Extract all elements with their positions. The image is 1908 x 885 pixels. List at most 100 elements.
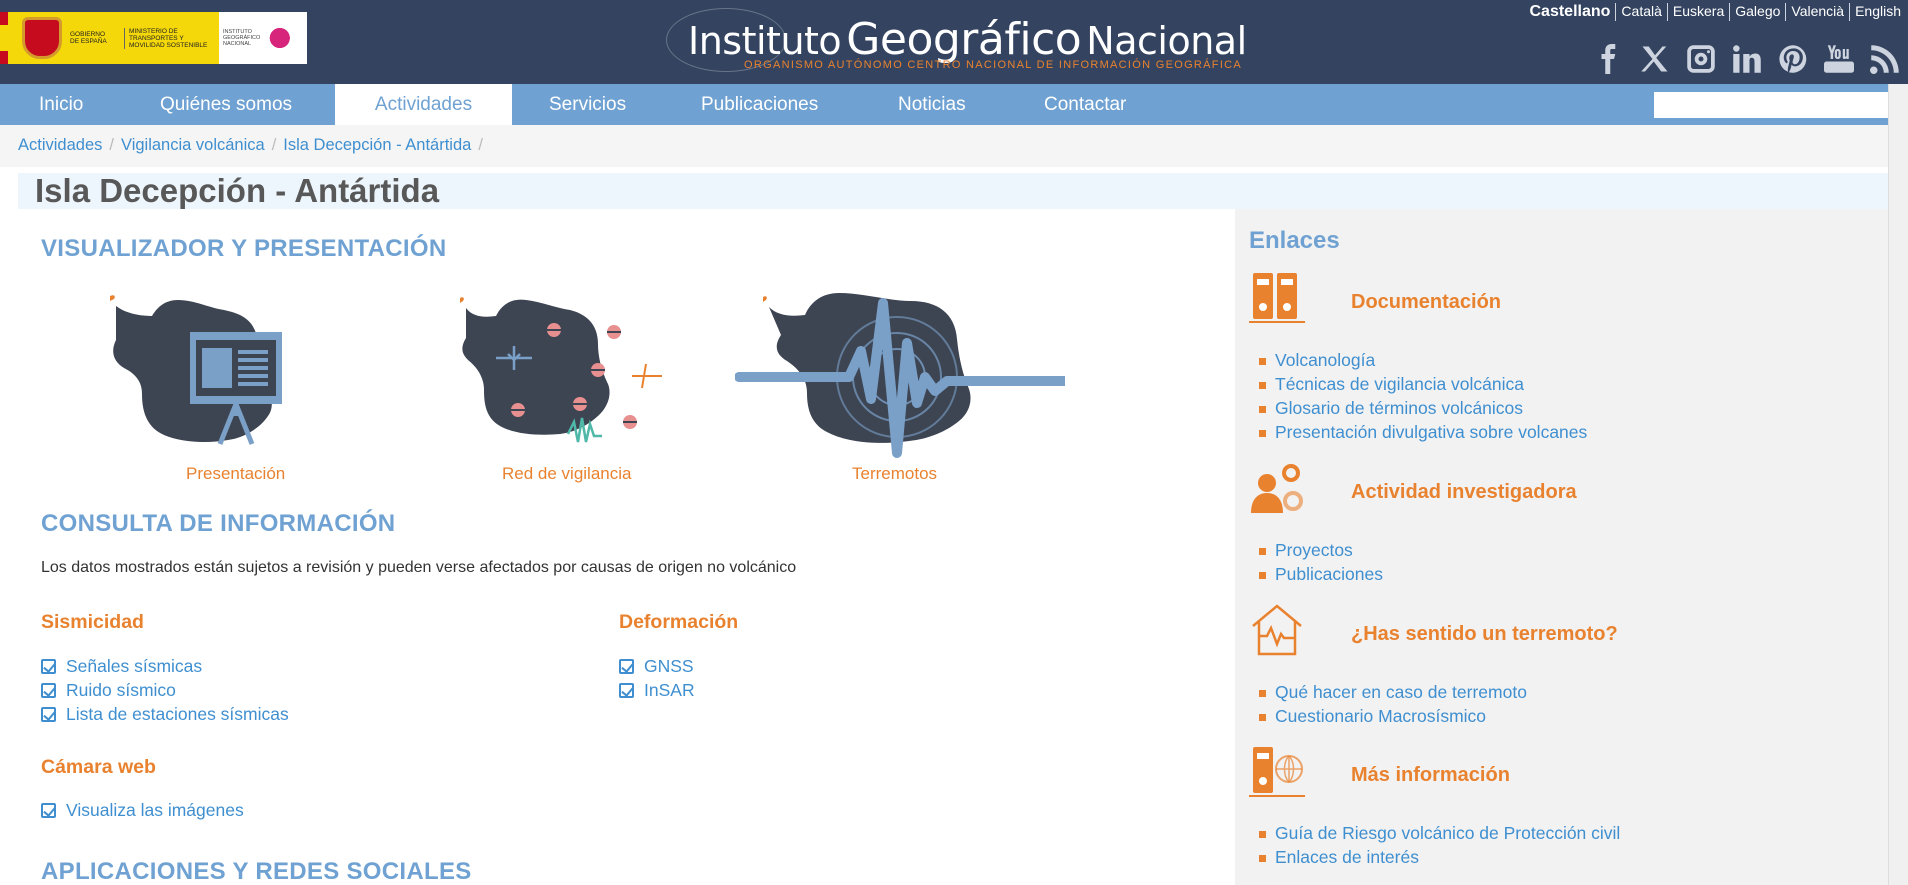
pinterest-icon[interactable]: [1778, 42, 1808, 76]
ign-small-text: Instituto Geográfico Nacional: [223, 29, 261, 47]
links-sidebar: Enlaces Documentación Volcanología Técni…: [1235, 209, 1888, 885]
check-icon: [619, 659, 634, 674]
link-enlaces-interes[interactable]: Enlaces de interés: [1259, 847, 1419, 868]
group-terremoto-heading[interactable]: ¿Has sentido un terremoto?: [1351, 623, 1618, 646]
link-senales-sismicas[interactable]: Señales sísmicas: [41, 656, 202, 677]
breadcrumb-separator: /: [109, 136, 114, 154]
nav-noticias[interactable]: Noticias: [898, 84, 966, 125]
link-visualiza-imagenes-label: Visualiza las imágenes: [66, 800, 244, 820]
group-actividad-investigadora-heading[interactable]: Actividad investigadora: [1351, 481, 1577, 504]
lang-valencia[interactable]: Valencià: [1785, 3, 1849, 21]
site-title[interactable]: Instituto Geográfico Nacional Organismo …: [666, 8, 1247, 72]
title-word-2: Geográfico: [846, 14, 1082, 65]
link-glosario[interactable]: Glosario de términos volcánicos: [1258, 398, 1523, 419]
breadcrumb-isla-decepcion[interactable]: Isla Decepción - Antártida: [283, 136, 471, 154]
ministry-text: Ministerio de Transportes y Movilidad So…: [124, 27, 214, 49]
link-volcanologia[interactable]: Volcanología: [1258, 350, 1375, 371]
link-cuestionario-macrosismico[interactable]: Cuestionario Macrosísmico: [1258, 706, 1486, 727]
nav-publicaciones[interactable]: Publicaciones: [701, 84, 818, 125]
data-disclaimer: Los datos mostrados están sujetos a revi…: [41, 559, 797, 576]
camara-web-heading: Cámara web: [41, 756, 156, 778]
link-gnss[interactable]: GNSS: [619, 656, 694, 677]
check-icon: [619, 683, 634, 698]
link-que-hacer-terremoto[interactable]: Qué hacer en caso de terremoto: [1259, 682, 1527, 703]
link-ruido-sismico[interactable]: Ruido sísmico: [41, 680, 176, 701]
page-scrollbar[interactable]: [1888, 84, 1908, 885]
rss-icon[interactable]: [1870, 42, 1900, 76]
main-nav: Inicio Quiénes somos Actividades Servici…: [0, 84, 1908, 125]
nav-inicio[interactable]: Inicio: [39, 84, 83, 125]
site-header: Gobierno de España Ministerio de Transpo…: [0, 0, 1908, 84]
group-mas-informacion-heading[interactable]: Más información: [1351, 764, 1510, 787]
nav-actividades[interactable]: Actividades: [335, 84, 512, 125]
antarctica-presentation-icon: [110, 295, 282, 445]
antarctica-earthquake-icon: [735, 293, 1065, 458]
link-lista-estaciones[interactable]: Lista de estaciones sísmicas: [41, 704, 289, 725]
researcher-gear-icon: [1251, 464, 1303, 513]
site-subtitle: Organismo Autónomo Centro Nacional de In…: [744, 59, 1243, 71]
lang-galego[interactable]: Galego: [1729, 3, 1785, 21]
breadcrumb-actividades[interactable]: Actividades: [18, 136, 102, 154]
lang-castellano[interactable]: Castellano: [1525, 3, 1616, 21]
link-guia-riesgo-volcanico[interactable]: Guía de Riesgo volcánico de Protección c…: [1258, 823, 1620, 844]
lang-english[interactable]: English: [1849, 3, 1906, 21]
x-icon[interactable]: [1640, 42, 1670, 76]
search-input[interactable]: [1654, 92, 1908, 118]
breadcrumb: Actividades / Vigilancia volcánica / Isla De…: [0, 125, 1908, 167]
card-red-de-vigilancia-label: Red de vigilancia: [502, 464, 632, 483]
page-title: Isla Decepción - Antártida: [35, 172, 440, 209]
check-icon: [41, 659, 56, 674]
link-ruido-sismico-label: Ruido sísmico: [66, 680, 176, 700]
house-seismic-icon: [1252, 604, 1302, 656]
deformacion-heading: Deformación: [619, 611, 739, 633]
link-insar[interactable]: InSAR: [619, 680, 695, 701]
card-presentacion[interactable]: Presentación: [96, 284, 376, 494]
card-red-de-vigilancia[interactable]: Red de vigilancia: [456, 284, 686, 494]
antarctica-network-icon: [460, 297, 662, 443]
card-terremotos-label: Terremotos: [852, 464, 938, 483]
group-documentacion-heading[interactable]: Documentación: [1351, 291, 1501, 314]
instagram-icon[interactable]: [1686, 42, 1716, 76]
breadcrumb-separator: /: [271, 136, 277, 154]
sismicidad-heading: Sismicidad: [41, 611, 144, 633]
language-selector: Castellano Català Euskera Galego Valenci…: [1525, 3, 1907, 21]
link-senales-sismicas-label: Señales sísmicas: [66, 656, 203, 676]
title-word-1: Instituto: [688, 19, 842, 63]
link-insar-label: InSAR: [644, 680, 695, 700]
youtube-icon[interactable]: [1824, 42, 1854, 76]
link-tecnicas-vigilancia[interactable]: Técnicas de vigilancia volcánica: [1258, 374, 1524, 395]
link-presentacion-divulgativa[interactable]: Presentación divulgativa sobre volcanes: [1258, 422, 1587, 443]
sidebar-heading: Enlaces: [1249, 227, 1340, 254]
link-proyectos[interactable]: Proyectos: [1259, 540, 1353, 561]
link-publicaciones[interactable]: Publicaciones: [1259, 564, 1383, 585]
section-aplicaciones-heading: APLICACIONES Y REDES SOCIALES: [41, 858, 472, 885]
check-icon: [41, 683, 56, 698]
nav-quienes-somos[interactable]: Quiénes somos: [160, 84, 292, 125]
link-visualiza-imagenes[interactable]: Visualiza las imágenes: [41, 800, 244, 821]
government-logo-band: Gobierno de España Ministerio de Transpo…: [0, 12, 219, 64]
binders-icon: [1249, 273, 1305, 323]
lang-catala[interactable]: Català: [1615, 3, 1666, 21]
check-icon: [41, 707, 56, 722]
ign-logo-icon: [267, 27, 299, 49]
link-lista-estaciones-label: Lista de estaciones sísmicas: [66, 704, 289, 724]
nav-servicios[interactable]: Servicios: [549, 84, 626, 125]
card-presentacion-label: Presentación: [186, 464, 286, 483]
coat-of-arms-icon: [22, 17, 62, 59]
page-title-bar: Isla Decepción - Antártida: [18, 173, 1888, 209]
binder-globe-icon: [1249, 747, 1305, 797]
linkedin-icon[interactable]: [1732, 42, 1762, 76]
section-visualizador-heading: VISUALIZADOR Y PRESENTACIÓN: [41, 235, 447, 262]
lang-euskera[interactable]: Euskera: [1666, 3, 1729, 21]
facebook-icon[interactable]: [1594, 42, 1624, 76]
spain-flag-icon: [0, 12, 8, 64]
title-word-3: Nacional: [1086, 19, 1247, 63]
card-terremotos[interactable]: Terremotos: [735, 277, 1065, 494]
government-logo[interactable]: Gobierno de España Ministerio de Transpo…: [0, 12, 307, 64]
nav-contactar[interactable]: Contactar: [1044, 84, 1126, 125]
breadcrumb-vigilancia-volcanica[interactable]: Vigilancia volcánica: [121, 136, 265, 154]
ign-logo-box: Instituto Geográfico Nacional: [219, 12, 307, 64]
check-icon: [41, 803, 56, 818]
government-text: Gobierno de España: [70, 31, 107, 45]
breadcrumb-separator: /: [478, 136, 483, 154]
